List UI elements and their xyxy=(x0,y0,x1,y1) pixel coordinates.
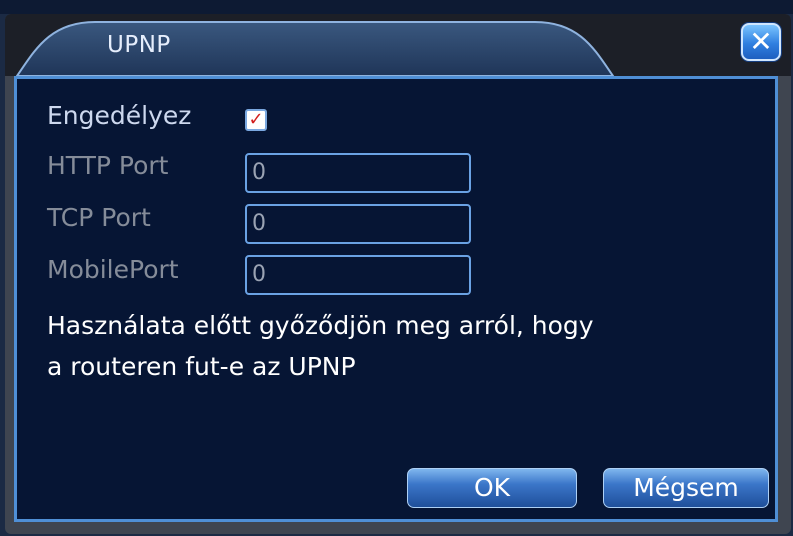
http-port-field[interactable]: 0 xyxy=(245,153,471,193)
tcp-port-label: TCP Port xyxy=(47,203,151,232)
dialog-content: Engedélyez ✓ HTTP Port 0 TCP Port 0 Mobi… xyxy=(14,76,778,522)
background-strip xyxy=(0,0,793,14)
close-icon[interactable]: ✕ xyxy=(741,23,781,61)
dialog-title: UPNP xyxy=(107,32,171,58)
dialog-titlebar: UPNP ✕ xyxy=(5,14,791,76)
enable-label: Engedélyez xyxy=(47,101,192,130)
mobile-port-label: MobilePort xyxy=(47,255,179,284)
upnp-note: Használata előtt győződjön meg arról, ho… xyxy=(47,305,747,387)
ok-button[interactable]: OK xyxy=(407,468,577,508)
title-tab: UPNP xyxy=(15,20,615,76)
note-line-1: Használata előtt győződjön meg arról, ho… xyxy=(47,311,594,340)
check-mark-icon: ✓ xyxy=(248,109,264,130)
http-port-label: HTTP Port xyxy=(47,151,169,180)
mobile-port-field[interactable]: 0 xyxy=(245,255,471,295)
title-tab-shape xyxy=(15,21,615,76)
note-line-2: a routeren fut-e az UPNP xyxy=(47,352,356,381)
cancel-button[interactable]: Mégsem xyxy=(603,468,769,508)
enable-checkbox[interactable]: ✓ xyxy=(245,109,267,131)
tcp-port-field[interactable]: 0 xyxy=(245,204,471,244)
upnp-dialog: UPNP ✕ Engedélyez ✓ HTTP Port 0 TCP Port… xyxy=(5,14,791,534)
